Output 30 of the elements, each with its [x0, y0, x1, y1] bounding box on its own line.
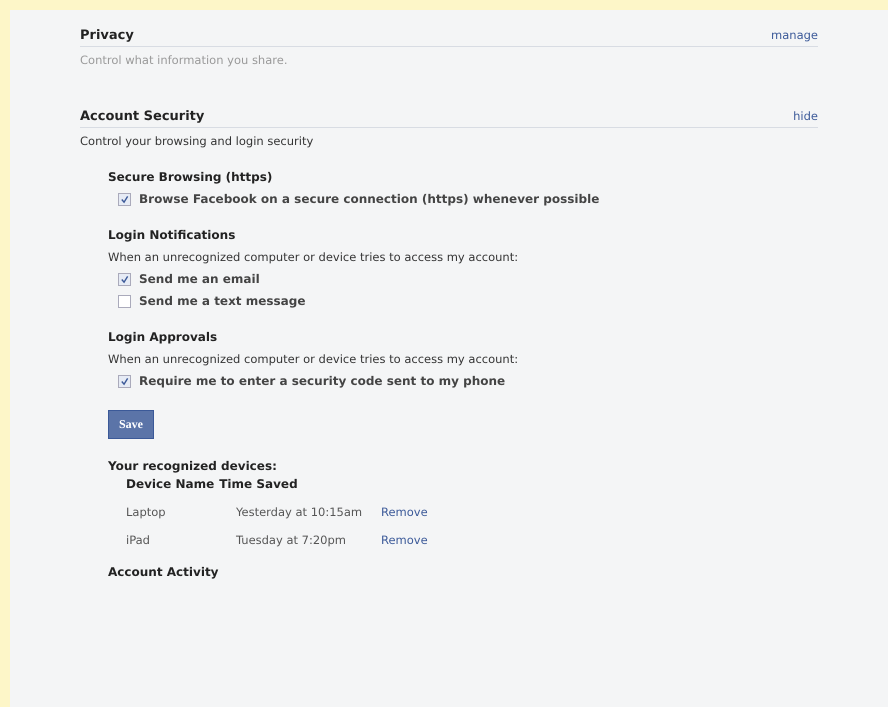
save-button[interactable]: Save — [108, 410, 154, 439]
group-title: Login Approvals — [108, 330, 218, 344]
group-title: Login Notifications — [108, 228, 236, 242]
group-prompt: When an unrecognized computer or device tries to access my account: — [108, 250, 520, 264]
group-prompt: When an unrecognized computer or device tries to access my account: — [108, 352, 520, 366]
checkbox[interactable] — [118, 374, 131, 388]
checkbox[interactable] — [118, 272, 131, 286]
section-title: Account Activity — [108, 565, 220, 579]
option-label: Send me an email — [139, 272, 260, 286]
section-title: Account Security — [80, 109, 204, 124]
column-header: Device Name — [126, 477, 214, 491]
column-header: Time Saved — [219, 477, 298, 491]
group-title: Secure Browsing (https) — [108, 170, 274, 184]
manage-link[interactable]: manage — [771, 28, 818, 43]
section-description: Control what information you share. — [80, 53, 288, 67]
remove-link[interactable]: Remove — [381, 533, 428, 547]
devices-title: Your recognized devices: — [108, 459, 278, 473]
hide-link[interactable]: hide — [793, 109, 818, 124]
option-label: Require me to enter a security code sent to my phone — [139, 374, 506, 388]
checkbox[interactable] — [118, 192, 131, 206]
device-name: Laptop — [126, 505, 167, 519]
option-label: Browse Facebook on a secure connection (https) whenever possible — [139, 192, 600, 206]
checkbox[interactable] — [118, 294, 131, 308]
remove-link[interactable]: Remove — [381, 505, 428, 519]
section-title: Privacy — [80, 28, 134, 43]
time-saved: Yesterday at 10:15am — [236, 505, 364, 519]
time-saved: Tuesday at 7:20pm — [236, 533, 347, 547]
section-description: Control your browsing and login security — [80, 134, 314, 148]
device-name: iPad — [126, 533, 151, 547]
option-label: Send me a text message — [139, 294, 306, 308]
